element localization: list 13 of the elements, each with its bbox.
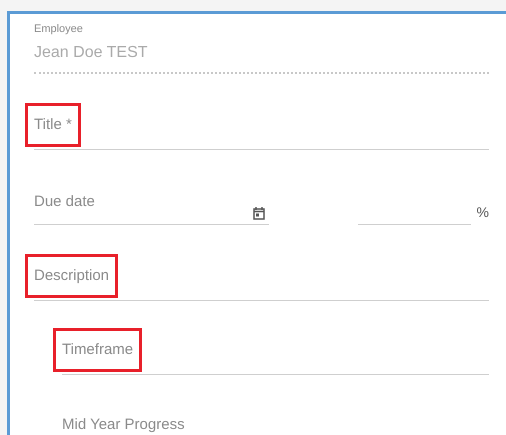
field-label: Timeframe [53,328,142,372]
field-label: Description [25,254,118,298]
field-label: Title * [25,103,81,147]
calendar-icon[interactable] [253,207,266,220]
field-label: Mid Year Progress [62,415,185,435]
text-field[interactable]: Title * [25,103,489,150]
text-field[interactable]: Description [25,254,489,301]
employee-value: Jean Doe TEST [34,42,489,74]
employee-label: Employee [34,22,84,36]
field-label: Due date [34,192,95,212]
date-field[interactable]: Due date [34,180,270,225]
percent-sign: % [476,203,489,222]
text-field[interactable]: Timeframe [53,328,489,375]
